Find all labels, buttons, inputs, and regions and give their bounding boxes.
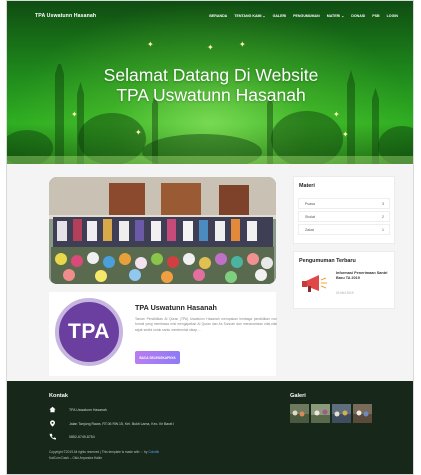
materi-item-label: Sholat <box>305 214 315 219</box>
materi-item-count: 3 <box>382 201 384 206</box>
materi-title: Materi <box>299 183 315 189</box>
materi-item-label: Zakat <box>305 227 314 232</box>
copyright-text: Copyright ©2019 All rights reserved | Th… <box>49 450 148 454</box>
footer-contact-address: Jalan Tanjung Rawa, RT.06 RW.15, Kel. Bu… <box>69 422 175 426</box>
materi-item-zakat[interactable]: Zakat 1 <box>298 224 390 235</box>
footer-contact-title: Kontak <box>49 393 68 399</box>
copyright: Copyright ©2019 All rights reserved | Th… <box>49 449 239 461</box>
megaphone-icon <box>300 272 330 296</box>
nav-item-beranda[interactable]: BERANDA <box>209 14 227 18</box>
hero-banner: ✦ ✦ ✦ ✦ ✦ ✦ ✦ TPA Uswatunn Hasanah BERAN… <box>7 1 413 164</box>
materi-item-count: 1 <box>382 227 384 232</box>
footer-contact-phone: 0852-6749-8754 <box>69 435 95 439</box>
announcement-date: 04 Mei 2019 <box>336 291 354 295</box>
materi-item-count: 2 <box>382 214 384 219</box>
about-text: Taman Pendidikan Al Quran (TPA) Uswatunn… <box>135 317 277 332</box>
sparkle-icon: ✦ <box>239 40 246 49</box>
gallery-thumbnail[interactable] <box>290 404 309 423</box>
nav-item-donasi[interactable]: DONASI <box>351 14 365 18</box>
materi-item-label: Puasa <box>305 201 315 206</box>
materi-item-sholat[interactable]: Sholat 2 <box>298 211 390 222</box>
sparkle-icon: ✦ <box>342 130 349 139</box>
nav-item-galeri[interactable]: GALERI <box>273 14 287 18</box>
gallery-thumbnail[interactable] <box>332 404 351 423</box>
nav-item-tentang-kami[interactable]: TENTANG KAMI ⌄ <box>234 14 265 18</box>
copyright-link[interactable]: Colorlib <box>148 450 159 454</box>
nav-item-pengumuman[interactable]: PENGUMUMAN <box>293 14 320 18</box>
site-brand[interactable]: TPA Uswatunn Hasanah <box>35 13 96 19</box>
home-icon <box>49 406 56 413</box>
copyright-author: KatCom Dash – Okki Anyandra Halim <box>49 456 103 460</box>
gallery-thumbnail[interactable] <box>353 404 372 423</box>
nav-item-login[interactable]: LOGIN <box>387 14 398 18</box>
group-photo <box>49 177 276 284</box>
announcement-title: Pengumuman Terbaru <box>299 258 356 264</box>
tpa-logo: TPA <box>55 298 123 366</box>
announcement-link[interactable]: Informasi Penerimaan Santri Baru TA 2019 <box>336 271 391 281</box>
main-nav: BERANDA TENTANG KAMI ⌄ GALERI PENGUMUMAN… <box>209 14 398 18</box>
sparkle-icon: ✦ <box>135 128 142 137</box>
phone-icon <box>49 433 56 440</box>
location-pin-icon <box>50 420 55 427</box>
read-more-button[interactable]: BACA SELENGKAPNYA <box>135 351 180 364</box>
group-photo-image <box>49 177 276 284</box>
hero-title: Selamat Datang Di Website TPA Uswatunn H… <box>7 65 413 105</box>
footer-contact-name: TPA Uswatunn Hasanah <box>69 408 107 412</box>
sparkle-icon: ✦ <box>147 40 154 49</box>
hero-title-line-1: Selamat Datang Di Website <box>103 65 319 85</box>
nav-item-psb[interactable]: PSB <box>372 14 379 18</box>
hero-title-line-2: TPA Uswatunn Hasanah <box>116 85 306 105</box>
gallery-thumbnail[interactable] <box>311 404 330 423</box>
tpa-logo-text: TPA <box>68 320 110 343</box>
sparkle-icon: ✦ <box>71 110 78 119</box>
footer-gallery-title: Galeri <box>290 393 306 399</box>
nav-item-materi[interactable]: MATERI ⌄ <box>327 14 345 18</box>
page-frame: ✦ ✦ ✦ ✦ ✦ ✦ ✦ TPA Uswatunn Hasanah BERAN… <box>6 0 414 475</box>
materi-item-puasa[interactable]: Puasa 3 <box>298 198 390 209</box>
about-title: TPA Uswatunn Hasanah <box>135 303 217 312</box>
sparkle-icon: ✦ <box>207 43 214 52</box>
sparkle-icon: ✦ <box>333 110 340 119</box>
